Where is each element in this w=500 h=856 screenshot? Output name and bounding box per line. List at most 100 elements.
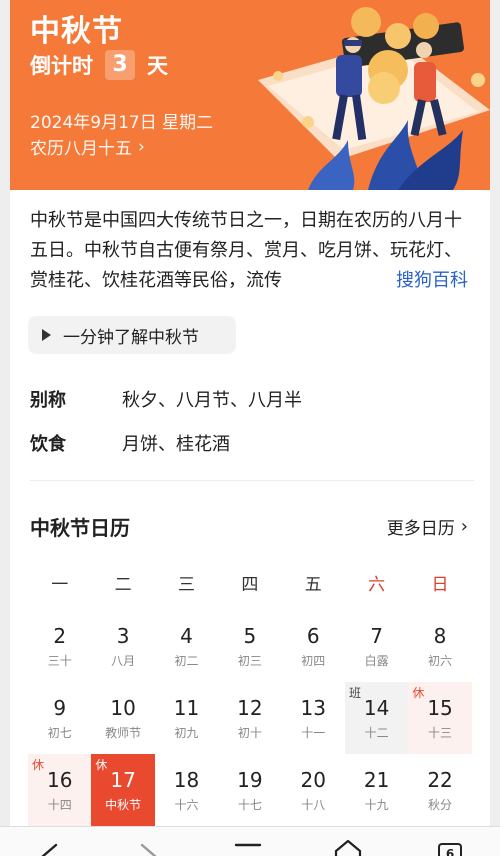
info-row-alias: 别称 秋夕、八月节、八月半 (30, 386, 302, 412)
lunar-day: 白露 (364, 654, 389, 668)
day-number: 22 (427, 768, 453, 792)
day-number: 8 (433, 624, 447, 648)
mid-autumn-illustration (258, 7, 490, 190)
calendar-day-holiday[interactable]: 休 16 十四 (28, 754, 92, 826)
tabs-button[interactable]: 6 (432, 831, 468, 856)
lunar-day: 十三 (428, 726, 453, 740)
calendar-day[interactable]: 5 初三 (218, 610, 281, 682)
back-arrow-icon[interactable] (28, 831, 68, 856)
menu-icon[interactable] (228, 831, 268, 856)
more-calendar-label: 更多日历 (386, 519, 455, 539)
weekday-header: 一 二 三 四 五 六 日 (28, 570, 472, 595)
day-number: 12 (237, 696, 263, 720)
calendar-day[interactable]: 22 秋分 (408, 754, 471, 826)
calendar-day[interactable]: 6 初四 (282, 610, 345, 682)
info-key: 饮食 (30, 434, 66, 455)
calendar-day[interactable]: 11 初九 (155, 682, 218, 754)
divider (30, 480, 474, 481)
lunar-day: 初三 (237, 654, 262, 668)
calendar-day[interactable]: 13 十一 (282, 682, 345, 754)
lunar-date-text: 农历八月十五 (30, 139, 132, 159)
weekday-label: 六 (368, 575, 386, 595)
chevron-right-icon: › (138, 136, 145, 157)
countdown-days: 3 (105, 50, 135, 80)
day-number: 4 (180, 624, 193, 648)
lunar-day: 八月 (111, 654, 136, 668)
calendar-grid: 2 三十 3 八月 4 初二 5 初三 6 初四 7 白露 8 初六 9 初七 10 教师节 11… (28, 610, 472, 826)
lunar-day: 初四 (301, 654, 326, 668)
lunar-day: 初六 (428, 654, 453, 668)
weekday-label: 四 (241, 575, 259, 595)
day-number: 3 (116, 624, 130, 648)
lunar-day: 十六 (174, 798, 199, 812)
day-number: 17 (110, 768, 136, 792)
weekday-label: 一 (51, 575, 69, 595)
weekday-label: 二 (114, 575, 132, 595)
calendar-title: 中秋节日历 (30, 516, 130, 540)
more-calendar-link[interactable]: 更多日历 › (387, 514, 468, 539)
day-number: 15 (427, 696, 453, 720)
day-number: 13 (300, 696, 326, 720)
day-number: 14 (363, 696, 390, 720)
calendar-day-holiday[interactable]: 休 15 十三 (408, 682, 472, 754)
calendar-day[interactable]: 8 初六 (408, 610, 471, 682)
lunar-day: 初九 (174, 726, 199, 740)
chevron-right-icon: › (460, 516, 468, 537)
info-value: 秋夕、八月节、八月半 (122, 390, 302, 411)
lunar-day: 教师节 (105, 726, 142, 740)
calendar-day[interactable]: 19 十七 (218, 754, 281, 826)
calendar-day[interactable]: 18 十六 (155, 754, 218, 826)
calendar-day[interactable]: 20 十八 (282, 754, 345, 826)
calendar-week: 9 初七 10 教师节 11 初九 12 初十 13 十一 班 14 十二 休 15 十三 (28, 682, 472, 754)
calendar-day[interactable]: 21 十九 (345, 754, 408, 826)
browser-navbar: 6 (0, 826, 500, 856)
lunar-day: 十四 (47, 798, 72, 812)
lunar-day: 十二 (364, 726, 389, 740)
lunar-day: 初七 (47, 726, 72, 740)
calendar-day[interactable]: 2 三十 (28, 610, 91, 682)
calendar-day[interactable]: 4 初二 (155, 610, 218, 682)
lunar-day: 中秋节 (105, 798, 142, 812)
day-number: 10 (110, 696, 136, 720)
calendar-week: 2 三十 3 八月 4 初二 5 初三 6 初四 7 白露 8 初六 (28, 610, 472, 682)
day-number: 7 (370, 624, 384, 648)
day-number: 20 (300, 768, 326, 792)
calendar-day[interactable]: 7 白露 (345, 610, 408, 682)
festival-card: 中秋节 倒计时 3 天 2024年9月17日 星期二 农历八月十五 › 中秋节是… (10, 0, 490, 826)
tabs-count: 6 (438, 843, 462, 856)
countdown: 倒计时 3 天 (30, 50, 168, 80)
day-number: 16 (46, 768, 73, 792)
calendar-day[interactable]: 10 教师节 (91, 682, 154, 754)
weekday-label: 五 (304, 575, 322, 595)
info-key: 别称 (30, 390, 66, 411)
calendar-day[interactable]: 3 八月 (91, 610, 154, 682)
calendar-day[interactable]: 9 初七 (28, 682, 91, 754)
weekday-label: 日 (431, 575, 449, 595)
day-number: 19 (237, 768, 263, 792)
forward-arrow-icon[interactable] (128, 831, 168, 856)
calendar-week: 休 16 十四 休 17 中秋节 18 十六 19 十七 20 十八 21 十九 22 秋分 (28, 754, 472, 826)
calendar-day-selected[interactable]: 休 17 中秋节 (91, 754, 155, 826)
hero-banner[interactable]: 中秋节 倒计时 3 天 2024年9月17日 星期二 农历八月十五 › (10, 0, 490, 190)
info-row-food: 饮食 月饼、桂花酒 (30, 430, 230, 456)
lunar-day: 十七 (237, 798, 262, 812)
lunar-date-link[interactable]: 农历八月十五 › (30, 134, 145, 160)
play-icon (42, 329, 51, 341)
day-number: 9 (53, 696, 67, 720)
day-number: 6 (306, 624, 320, 648)
countdown-suffix: 天 (147, 54, 168, 78)
lunar-day: 十八 (301, 798, 326, 812)
home-icon[interactable] (328, 831, 368, 856)
weekday-label: 三 (177, 575, 195, 595)
calendar-day[interactable]: 12 初十 (218, 682, 281, 754)
description-fade (310, 266, 390, 296)
lunar-day: 三十 (47, 654, 72, 668)
lunar-day: 初二 (174, 654, 199, 668)
calendar-day-workday[interactable]: 班 14 十二 (344, 682, 409, 754)
day-number: 2 (53, 624, 67, 648)
intro-video-button[interactable]: 一分钟了解中秋节 (28, 316, 236, 354)
lunar-day: 十九 (364, 798, 389, 812)
lunar-day: 十一 (301, 726, 326, 740)
day-number: 11 (173, 696, 200, 720)
sogou-baike-link[interactable]: 搜狗百科 (394, 266, 468, 296)
